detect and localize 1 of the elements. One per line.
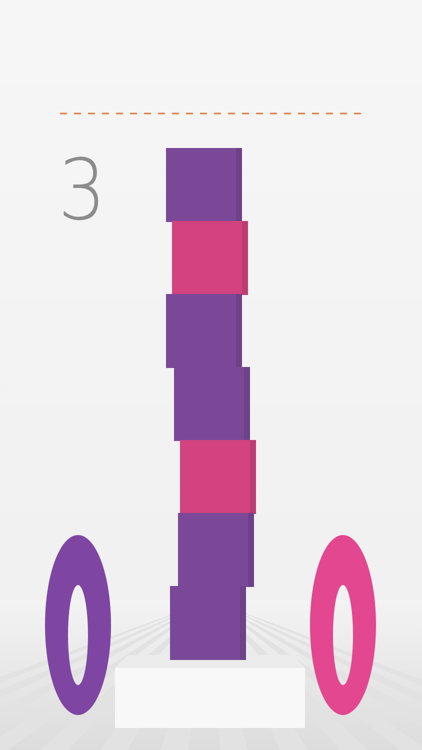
score: 3 — [58, 148, 106, 232]
